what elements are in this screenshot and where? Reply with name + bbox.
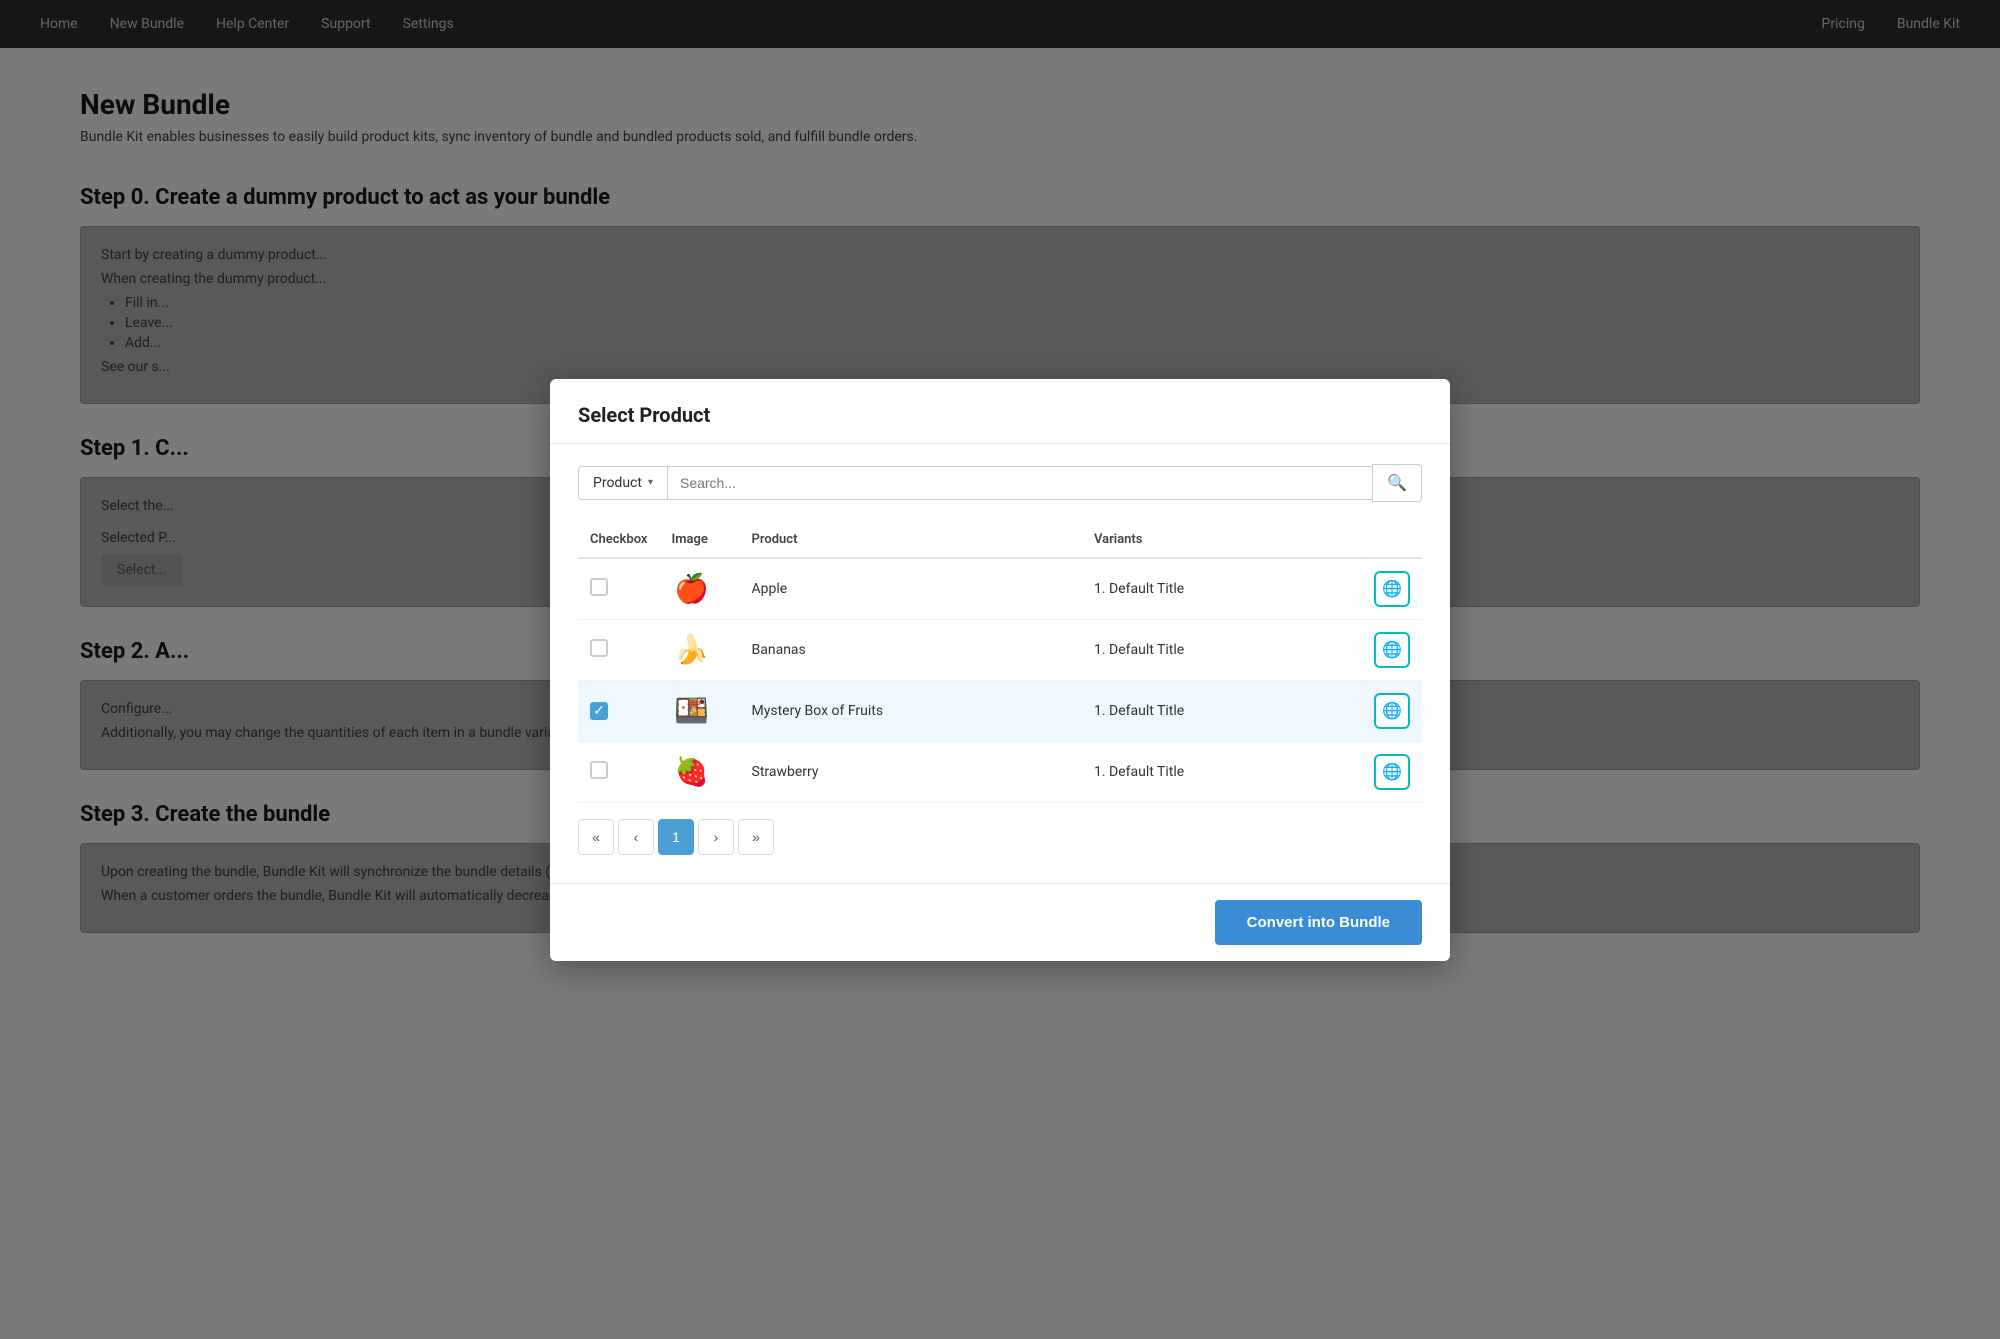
globe-button-3[interactable]: 🌐 (1374, 754, 1410, 790)
convert-into-bundle-button[interactable]: Convert into Bundle (1215, 900, 1422, 945)
globe-button-1[interactable]: 🌐 (1374, 632, 1410, 668)
modal-header: Select Product (550, 379, 1450, 444)
product-checkbox-0[interactable] (590, 578, 608, 596)
checkbox-cell-3[interactable] (578, 741, 660, 802)
th-image: Image (660, 522, 740, 558)
search-input[interactable] (667, 466, 1372, 500)
product-image-0: 🍎 (672, 569, 712, 609)
product-checkbox-3[interactable] (590, 761, 608, 779)
th-action (1362, 522, 1422, 558)
modal-title: Select Product (578, 403, 1422, 427)
pagination-next[interactable]: › (698, 819, 734, 855)
product-image-2: 🍱 (672, 691, 712, 731)
checkbox-cell-2[interactable]: ✓ (578, 680, 660, 741)
product-table: Checkbox Image Product Variants 🍎 (578, 522, 1422, 803)
actions-cell-1: 🌐 (1362, 619, 1422, 680)
checkbox-cell-1[interactable] (578, 619, 660, 680)
product-name-0: Apple (752, 581, 788, 597)
pagination-first[interactable]: « (578, 819, 614, 855)
modal-footer: Convert into Bundle (550, 883, 1450, 961)
image-cell-2: 🍱 (660, 680, 740, 741)
chevron-down-icon: ▾ (648, 477, 653, 488)
globe-icon-2: 🌐 (1382, 701, 1402, 720)
product-image-3: 🍓 (672, 752, 712, 792)
search-button[interactable]: 🔍 (1372, 464, 1422, 502)
table-header: Checkbox Image Product Variants (578, 522, 1422, 558)
variants-cell-2: 1. Default Title (1082, 680, 1362, 741)
product-variants-1: 1. Default Title (1094, 642, 1184, 658)
table-row: 🍎 Apple 1. Default Title 🌐 (578, 558, 1422, 620)
product-image-1: 🍌 (672, 630, 712, 670)
product-name-cell-2: Mystery Box of Fruits (740, 680, 1082, 741)
globe-button-2[interactable]: 🌐 (1374, 693, 1410, 729)
globe-icon-0: 🌐 (1382, 579, 1402, 598)
search-icon: 🔍 (1387, 475, 1407, 492)
pagination-current[interactable]: 1 (658, 819, 694, 855)
product-name-cell-0: Apple (740, 558, 1082, 620)
filter-label: Product (593, 475, 642, 491)
product-variants-2: 1. Default Title (1094, 703, 1184, 719)
variants-cell-3: 1. Default Title (1082, 741, 1362, 802)
globe-icon-1: 🌐 (1382, 640, 1402, 659)
product-checkbox-1[interactable] (590, 639, 608, 657)
th-checkbox: Checkbox (578, 522, 660, 558)
modal-body: Product ▾ 🔍 Checkbox Image Product Varia… (550, 444, 1450, 883)
variants-cell-1: 1. Default Title (1082, 619, 1362, 680)
actions-cell-0: 🌐 (1362, 558, 1422, 620)
modal-overlay: Select Product Product ▾ 🔍 Checkbox (0, 0, 2000, 1339)
image-cell-1: 🍌 (660, 619, 740, 680)
image-cell-0: 🍎 (660, 558, 740, 620)
actions-cell-2: 🌐 (1362, 680, 1422, 741)
product-name-3: Strawberry (752, 764, 819, 780)
table-row: 🍌 Bananas 1. Default Title 🌐 (578, 619, 1422, 680)
search-bar: Product ▾ 🔍 (578, 464, 1422, 502)
product-checkbox-2[interactable]: ✓ (590, 702, 608, 720)
table-body: 🍎 Apple 1. Default Title 🌐 🍌 (578, 558, 1422, 803)
table-row: ✓ 🍱 Mystery Box of Fruits 1. Default Tit… (578, 680, 1422, 741)
th-variants: Variants (1082, 522, 1362, 558)
select-product-modal: Select Product Product ▾ 🔍 Checkbox (550, 379, 1450, 961)
globe-icon-3: 🌐 (1382, 762, 1402, 781)
globe-button-0[interactable]: 🌐 (1374, 571, 1410, 607)
product-variants-0: 1. Default Title (1094, 581, 1184, 597)
filter-dropdown[interactable]: Product ▾ (578, 466, 667, 500)
pagination: « ‹ 1 › » (578, 803, 1422, 863)
table-row: 🍓 Strawberry 1. Default Title 🌐 (578, 741, 1422, 802)
image-cell-3: 🍓 (660, 741, 740, 802)
product-name-1: Bananas (752, 642, 806, 658)
product-name-cell-3: Strawberry (740, 741, 1082, 802)
product-variants-3: 1. Default Title (1094, 764, 1184, 780)
pagination-last[interactable]: » (738, 819, 774, 855)
actions-cell-3: 🌐 (1362, 741, 1422, 802)
product-name-2: Mystery Box of Fruits (752, 703, 884, 719)
pagination-prev[interactable]: ‹ (618, 819, 654, 855)
variants-cell-0: 1. Default Title (1082, 558, 1362, 620)
product-name-cell-1: Bananas (740, 619, 1082, 680)
checkbox-cell-0[interactable] (578, 558, 660, 620)
th-product: Product (740, 522, 1082, 558)
